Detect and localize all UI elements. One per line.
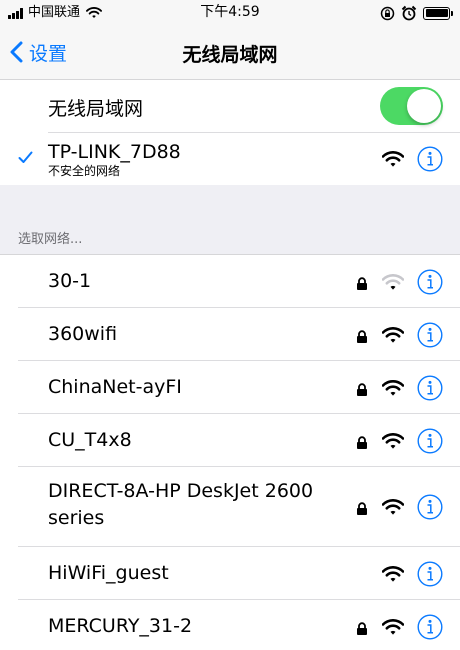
info-icon[interactable] — [417, 613, 443, 640]
wifi-toggle-switch[interactable] — [380, 87, 443, 125]
network-name-line2: series — [48, 507, 105, 529]
network-row[interactable]: DIRECT-8A-HP DeskJet 2600 series — [0, 467, 460, 547]
checkmark-icon — [18, 151, 33, 163]
connected-network-row[interactable]: TP-LINK_7D88 不安全的网络 — [0, 133, 460, 185]
battery-icon — [423, 6, 453, 20]
lock-icon — [357, 502, 367, 515]
network-name: ChinaNet-ayFI — [48, 376, 182, 398]
wifi-toggle-label: 无线局域网 — [48, 98, 144, 120]
wifi-signal-icon — [382, 618, 404, 635]
connected-network-security: 不安全的网络 — [48, 164, 121, 178]
network-row[interactable]: MERCURY_31-2 — [0, 600, 460, 650]
navigation-bar: 设置 无线局域网 — [0, 26, 460, 80]
lock-icon — [357, 329, 367, 343]
wifi-signal-icon — [382, 379, 404, 396]
info-icon[interactable] — [417, 146, 443, 172]
lock-icon — [357, 435, 367, 449]
connected-network-name: TP-LINK_7D88 — [48, 141, 181, 163]
alarm-icon — [401, 5, 417, 21]
network-name: HiWiFi_guest — [48, 562, 169, 584]
network-name: 360wifi — [48, 323, 118, 345]
status-bar: 中国联通 下午4:59 — [0, 0, 460, 26]
info-icon[interactable] — [417, 268, 443, 295]
choose-network-header: 选取网络... — [18, 232, 83, 247]
network-row[interactable]: HiWiFi_guest — [0, 547, 460, 600]
lock-icon — [357, 382, 367, 396]
network-name: 30-1 — [48, 270, 92, 292]
network-row[interactable]: CU_T4x8 — [0, 414, 460, 467]
wifi-signal-icon — [382, 565, 404, 582]
section-group-gap: 选取网络... — [0, 185, 460, 255]
page-title: 无线局域网 — [182, 44, 278, 66]
info-icon[interactable] — [417, 560, 443, 587]
network-row[interactable]: ChinaNet-ayFI — [0, 361, 460, 414]
lock-icon — [357, 621, 367, 635]
info-icon[interactable] — [417, 374, 443, 401]
wifi-signal-icon — [382, 326, 404, 343]
network-name: CU_T4x8 — [48, 429, 132, 451]
rotation-lock-icon — [380, 6, 395, 20]
network-name: DIRECT-8A-HP DeskJet 2600 series — [48, 480, 314, 529]
network-name: MERCURY_31-2 — [48, 615, 193, 637]
lock-icon — [357, 276, 367, 290]
info-icon[interactable] — [417, 321, 443, 348]
network-row[interactable]: 30-1 — [0, 255, 460, 308]
info-icon[interactable] — [417, 427, 443, 454]
wifi-signal-icon — [382, 499, 404, 515]
info-icon[interactable] — [417, 494, 443, 520]
wifi-signal-icon — [382, 151, 404, 167]
wifi-signal-icon — [382, 432, 404, 449]
network-row[interactable]: 360wifi — [0, 308, 460, 361]
wifi-signal-icon — [382, 273, 404, 290]
toggle-knob — [407, 89, 441, 123]
wifi-toggle-row: 无线局域网 — [0, 80, 460, 133]
